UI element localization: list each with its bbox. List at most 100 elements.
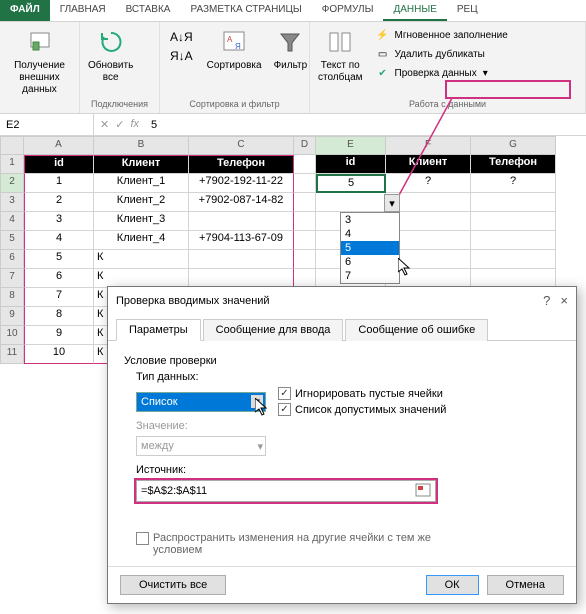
- tab-layout[interactable]: РАЗМЕТКА СТРАНИЦЫ: [180, 0, 311, 21]
- tab-parameters[interactable]: Параметры: [116, 319, 201, 341]
- cell[interactable]: 10: [24, 345, 94, 364]
- col-header-g[interactable]: G: [471, 136, 556, 155]
- sort-az-icon[interactable]: А↓Я: [166, 28, 197, 46]
- sort-za-icon[interactable]: Я↓А: [166, 47, 197, 65]
- cell[interactable]: Телефон: [471, 155, 556, 174]
- tab-formulas[interactable]: ФОРМУЛЫ: [312, 0, 384, 21]
- help-button[interactable]: ?: [543, 293, 550, 308]
- in-cell-dropdown-checkbox[interactable]: ✓Список допустимых значений: [278, 403, 446, 416]
- cell[interactable]: ?: [471, 174, 556, 193]
- source-input[interactable]: =$A$2:$A$11: [136, 480, 436, 502]
- cell[interactable]: 6: [24, 269, 94, 288]
- dv-option[interactable]: 6: [341, 255, 399, 269]
- cell[interactable]: 9: [24, 326, 94, 345]
- cell[interactable]: 2: [24, 193, 94, 212]
- confirm-icon[interactable]: ✓: [115, 118, 124, 131]
- row-header[interactable]: 11: [0, 345, 24, 364]
- cell[interactable]: Клиент_2: [94, 193, 189, 212]
- row-header[interactable]: 4: [0, 212, 24, 231]
- cell[interactable]: [316, 193, 386, 212]
- tab-home[interactable]: ГЛАВНАЯ: [50, 0, 116, 21]
- cell[interactable]: [294, 250, 316, 269]
- formula-input[interactable]: 5: [145, 119, 586, 131]
- cancel-icon[interactable]: ✕: [100, 118, 109, 131]
- cell[interactable]: Телефон: [189, 155, 294, 174]
- cell[interactable]: +7902-087-14-82: [189, 193, 294, 212]
- cell[interactable]: [189, 250, 294, 269]
- tab-insert[interactable]: ВСТАВКА: [116, 0, 181, 21]
- cell[interactable]: Клиент_3: [94, 212, 189, 231]
- dv-option[interactable]: 4: [341, 227, 399, 241]
- col-header-f[interactable]: F: [386, 136, 471, 155]
- col-header-a[interactable]: A: [24, 136, 94, 155]
- data-validation-button[interactable]: ✔Проверка данных▾: [371, 64, 512, 82]
- tab-review[interactable]: РЕЦ: [447, 0, 488, 21]
- col-header-e[interactable]: E: [316, 136, 386, 155]
- dv-dropdown-arrow[interactable]: ▾: [384, 194, 400, 212]
- dv-option[interactable]: 3: [341, 213, 399, 227]
- cell[interactable]: 8: [24, 307, 94, 326]
- cell[interactable]: Клиент: [94, 155, 189, 174]
- type-combo[interactable]: Список▾: [136, 392, 266, 412]
- cell[interactable]: ?: [386, 174, 471, 193]
- tab-file[interactable]: ФАЙЛ: [0, 0, 50, 21]
- cell[interactable]: [471, 193, 556, 212]
- cell[interactable]: id: [24, 155, 94, 174]
- cell[interactable]: [471, 250, 556, 269]
- cell[interactable]: Клиент_4: [94, 231, 189, 250]
- row-header[interactable]: 7: [0, 269, 24, 288]
- ignore-blank-checkbox[interactable]: ✓Игнорировать пустые ячейки: [278, 387, 446, 400]
- row-header[interactable]: 1: [0, 155, 24, 174]
- cell[interactable]: [189, 212, 294, 231]
- cell[interactable]: 1: [24, 174, 94, 193]
- row-header[interactable]: 9: [0, 307, 24, 326]
- cell[interactable]: Клиент: [386, 155, 471, 174]
- range-picker-icon[interactable]: [415, 483, 431, 500]
- get-external-data-button[interactable]: Получение внешних данных: [4, 24, 75, 98]
- cell[interactable]: 4: [24, 231, 94, 250]
- cell[interactable]: [294, 174, 316, 193]
- col-header-d[interactable]: D: [294, 136, 316, 155]
- ok-button[interactable]: ОК: [426, 575, 479, 595]
- dv-dropdown-list[interactable]: 3 4 5 6 7: [340, 212, 400, 284]
- name-box[interactable]: E2: [0, 114, 94, 135]
- cell[interactable]: [294, 231, 316, 250]
- tab-data[interactable]: ДАННЫЕ: [383, 0, 446, 21]
- flash-fill-button[interactable]: ⚡Мгновенное заполнение: [371, 26, 512, 44]
- cancel-button[interactable]: Отмена: [487, 575, 564, 595]
- cell[interactable]: [294, 212, 316, 231]
- dv-option[interactable]: 7: [341, 269, 399, 283]
- tab-input-message[interactable]: Сообщение для ввода: [203, 319, 344, 341]
- clear-all-button[interactable]: Очистить все: [120, 575, 226, 595]
- cell[interactable]: 7: [24, 288, 94, 307]
- cell[interactable]: id: [316, 155, 386, 174]
- fx-icon[interactable]: fx: [130, 118, 139, 131]
- row-header[interactable]: 3: [0, 193, 24, 212]
- dv-option[interactable]: 5: [341, 241, 399, 255]
- cell[interactable]: [471, 231, 556, 250]
- remove-duplicates-button[interactable]: ▭Удалить дубликаты: [371, 45, 512, 63]
- cell[interactable]: 5: [24, 250, 94, 269]
- cell[interactable]: +7904-113-67-09: [189, 231, 294, 250]
- row-header[interactable]: 6: [0, 250, 24, 269]
- row-header[interactable]: 10: [0, 326, 24, 345]
- sort-button[interactable]: АЯ Сортировка: [203, 24, 266, 74]
- row-header[interactable]: 2: [0, 174, 24, 193]
- cell[interactable]: Клиент_1: [94, 174, 189, 193]
- cell-e2[interactable]: 5: [316, 174, 386, 193]
- cell[interactable]: [294, 155, 316, 174]
- row-header[interactable]: 5: [0, 231, 24, 250]
- col-header-c[interactable]: C: [189, 136, 294, 155]
- dialog-titlebar[interactable]: Проверка вводимых значений ? ×: [108, 287, 576, 314]
- tab-error-message[interactable]: Сообщение об ошибке: [345, 319, 488, 341]
- cell[interactable]: +7902-192-11-22: [189, 174, 294, 193]
- close-button[interactable]: ×: [560, 293, 568, 308]
- select-all-corner[interactable]: [0, 136, 24, 155]
- cell[interactable]: К: [94, 250, 189, 269]
- cell[interactable]: [294, 193, 316, 212]
- cell[interactable]: 3: [24, 212, 94, 231]
- filter-button[interactable]: Фильтр: [270, 24, 312, 74]
- row-header[interactable]: 8: [0, 288, 24, 307]
- cell[interactable]: [471, 212, 556, 231]
- apply-changes-checkbox[interactable]: Распространить изменения на другие ячейк…: [136, 532, 560, 556]
